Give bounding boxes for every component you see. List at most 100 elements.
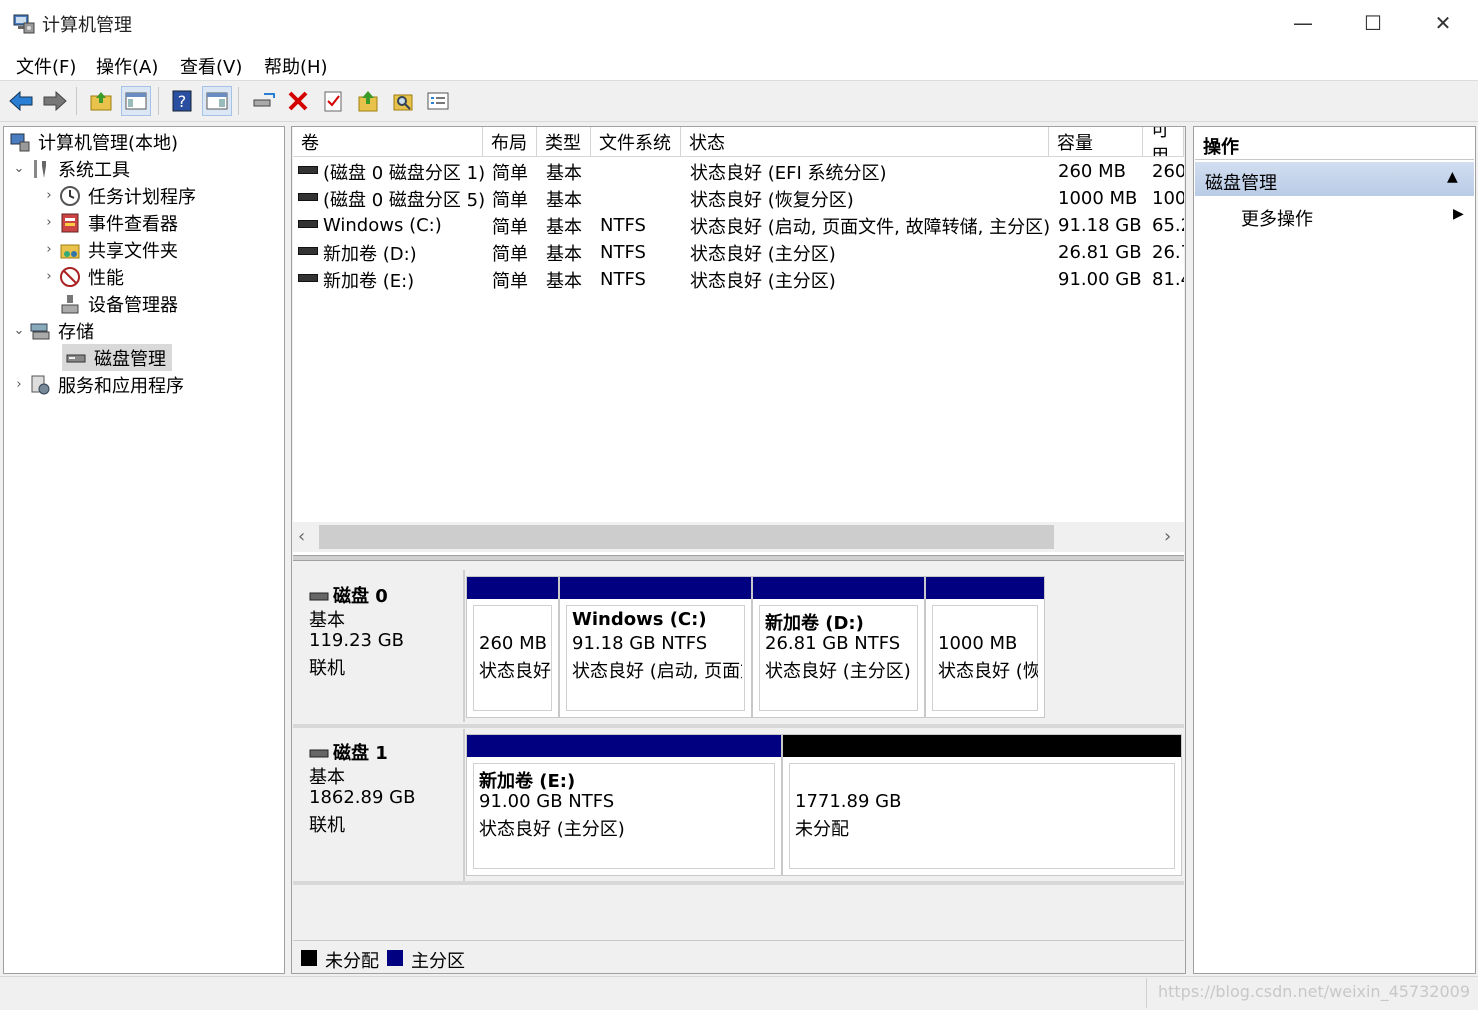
storage-icon [28, 319, 52, 343]
cell-capacity: 91.00 GB [1058, 269, 1142, 290]
delete-icon[interactable] [283, 86, 313, 116]
actions-header: 操作 [1195, 127, 1474, 160]
connect-drive-icon[interactable] [248, 86, 278, 116]
partition-windows-c[interactable]: Windows (C:) 91.18 GB NTFS 状态良好 (启动, 页面文 [559, 576, 752, 718]
tree-label: 共享文件夹 [88, 240, 178, 262]
volume-icon [298, 166, 318, 174]
tree-label: 存储 [58, 321, 94, 343]
chevron-right-icon[interactable]: › [10, 377, 28, 392]
column-header-free[interactable]: 可用 [1143, 127, 1184, 157]
tree-label: 计算机管理(本地) [38, 132, 179, 154]
actions-header-label: 操作 [1203, 137, 1239, 158]
collapse-arrow-icon[interactable]: ▲ [1447, 169, 1458, 185]
export-list-icon[interactable] [353, 86, 383, 116]
scrollbar-thumb[interactable] [319, 525, 1054, 549]
shared-folder-icon [58, 238, 82, 262]
volume-icon [298, 220, 318, 228]
partition-d[interactable]: 新加卷 (D:) 26.81 GB NTFS 状态良好 (主分区) [752, 576, 925, 718]
menu-file[interactable]: 文件(F) [16, 53, 76, 79]
close-button[interactable]: ✕ [1408, 0, 1478, 46]
svg-text:?: ? [178, 92, 187, 111]
cell-type: 基本 [546, 162, 582, 184]
submenu-arrow-icon: ▶ [1453, 206, 1464, 222]
partition-disk0-5[interactable]: 1000 MB 状态良好 (恢 [925, 576, 1045, 718]
scroll-right-arrow-icon[interactable]: › [1164, 526, 1171, 547]
chevron-right-icon[interactable]: › [40, 188, 58, 203]
cell-fs [600, 185, 682, 212]
menu-help[interactable]: 帮助(H) [264, 53, 328, 79]
tree-item-event-viewer[interactable]: › 事件查看器 [40, 209, 178, 236]
disk-1-label[interactable]: 磁盘 1 基本 1862.89 GB 联机 [295, 729, 465, 881]
cell-status: 状态良好 (主分区) [690, 270, 836, 292]
tree-label: 任务计划程序 [88, 186, 196, 208]
partition-status: 状态良好 (主分区) [765, 661, 911, 682]
disk-0-label[interactable]: 磁盘 0 基本 119.23 GB 联机 [295, 570, 465, 722]
unallocated-space[interactable]: 1771.89 GB 未分配 [782, 734, 1182, 876]
scroll-left-arrow-icon[interactable]: ‹ [298, 526, 305, 547]
partition-disk0-1[interactable]: 260 MB 状态良好 [466, 576, 559, 718]
up-folder-icon[interactable] [86, 86, 116, 116]
tree-item-disk-management[interactable]: 磁盘管理 [62, 344, 172, 371]
tree-item-task-scheduler[interactable]: › 任务计划程序 [40, 182, 196, 209]
disk-type: 基本 [309, 610, 345, 631]
column-header-status[interactable]: 状态 [681, 127, 1049, 157]
back-arrow-icon[interactable] [6, 86, 36, 116]
actions-section-disk-management[interactable]: 磁盘管理 ▲ [1195, 162, 1474, 196]
toolbar: ? [0, 81, 1478, 122]
column-header-capacity[interactable]: 容量 [1049, 127, 1143, 157]
tree-item-storage[interactable]: ⌄ 存储 [10, 317, 94, 344]
tree-item-performance[interactable]: › 性能 [40, 263, 124, 290]
title-bar [0, 0, 1478, 46]
column-header-layout[interactable]: 布局 [483, 127, 537, 157]
partition-e[interactable]: 新加卷 (E:) 91.00 GB NTFS 状态良好 (主分区) [466, 734, 782, 876]
minimize-button[interactable]: — [1268, 0, 1338, 46]
disk-name: 磁盘 1 [333, 743, 388, 764]
cell-free: 100 [1152, 188, 1184, 209]
cell-volume: 新加卷 (D:) [323, 243, 417, 265]
partition-status: 状态良好 (启动, 页面文 [572, 661, 742, 682]
partition-status: 状态良好 [479, 661, 551, 682]
menu-bar: 文件(F) 操作(A) 查看(V) 帮助(H) [0, 46, 1478, 81]
tree-item-system-tools[interactable]: ⌄ 系统工具 [10, 155, 130, 182]
list-view-icon[interactable] [423, 86, 453, 116]
column-header-type[interactable]: 类型 [537, 127, 591, 157]
tree-item-device-manager[interactable]: 设备管理器 [58, 290, 178, 317]
more-actions-item[interactable]: 更多操作 ▶ [1195, 200, 1474, 232]
cell-layout: 简单 [492, 270, 528, 292]
watermark: https://blog.csdn.net/weixin_45732009 [1157, 982, 1470, 1001]
primary-partition-swatch [387, 950, 403, 966]
show-hide-console-tree-icon[interactable] [121, 86, 151, 116]
properties-icon[interactable] [318, 86, 348, 116]
menu-action[interactable]: 操作(A) [96, 53, 158, 79]
partition-size: 91.18 GB NTFS [572, 633, 708, 654]
chevron-right-icon[interactable]: › [40, 269, 58, 284]
chevron-down-icon[interactable]: ⌄ [10, 161, 28, 176]
chevron-down-icon[interactable]: ⌄ [10, 323, 28, 338]
cell-fs: NTFS [600, 242, 646, 263]
cell-free: 81.4 [1152, 269, 1184, 290]
tree-item-shared-folders[interactable]: › 共享文件夹 [40, 236, 178, 263]
cell-fs: NTFS [600, 215, 646, 236]
help-icon[interactable]: ? [167, 86, 197, 116]
show-hide-action-pane-icon[interactable] [202, 86, 232, 116]
chevron-right-icon[interactable]: › [40, 215, 58, 230]
maximize-button[interactable]: ☐ [1338, 0, 1408, 46]
forward-arrow-icon[interactable] [40, 86, 70, 116]
partition-size: 1771.89 GB [795, 791, 902, 812]
disk-size: 1862.89 GB [309, 787, 416, 808]
cell-capacity: 1000 MB [1058, 188, 1138, 209]
cell-layout: 简单 [492, 162, 528, 184]
column-header-filesystem[interactable]: 文件系统 [591, 127, 681, 157]
tree-item-root[interactable]: 计算机管理(本地) [8, 128, 178, 155]
cell-free: 260 [1152, 161, 1184, 182]
pane-splitter[interactable] [293, 555, 1184, 561]
chevron-right-icon[interactable]: › [40, 242, 58, 257]
tools-icon [28, 157, 52, 181]
cell-volume: 新加卷 (E:) [323, 270, 415, 292]
cell-fs: NTFS [600, 269, 646, 290]
search-folder-icon[interactable] [388, 86, 418, 116]
legend: 未分配 主分区 [293, 940, 1184, 973]
menu-view[interactable]: 查看(V) [180, 53, 242, 79]
tree-item-services-apps[interactable]: › 服务和应用程序 [10, 371, 184, 398]
column-header-volume[interactable]: 卷 [293, 127, 483, 157]
